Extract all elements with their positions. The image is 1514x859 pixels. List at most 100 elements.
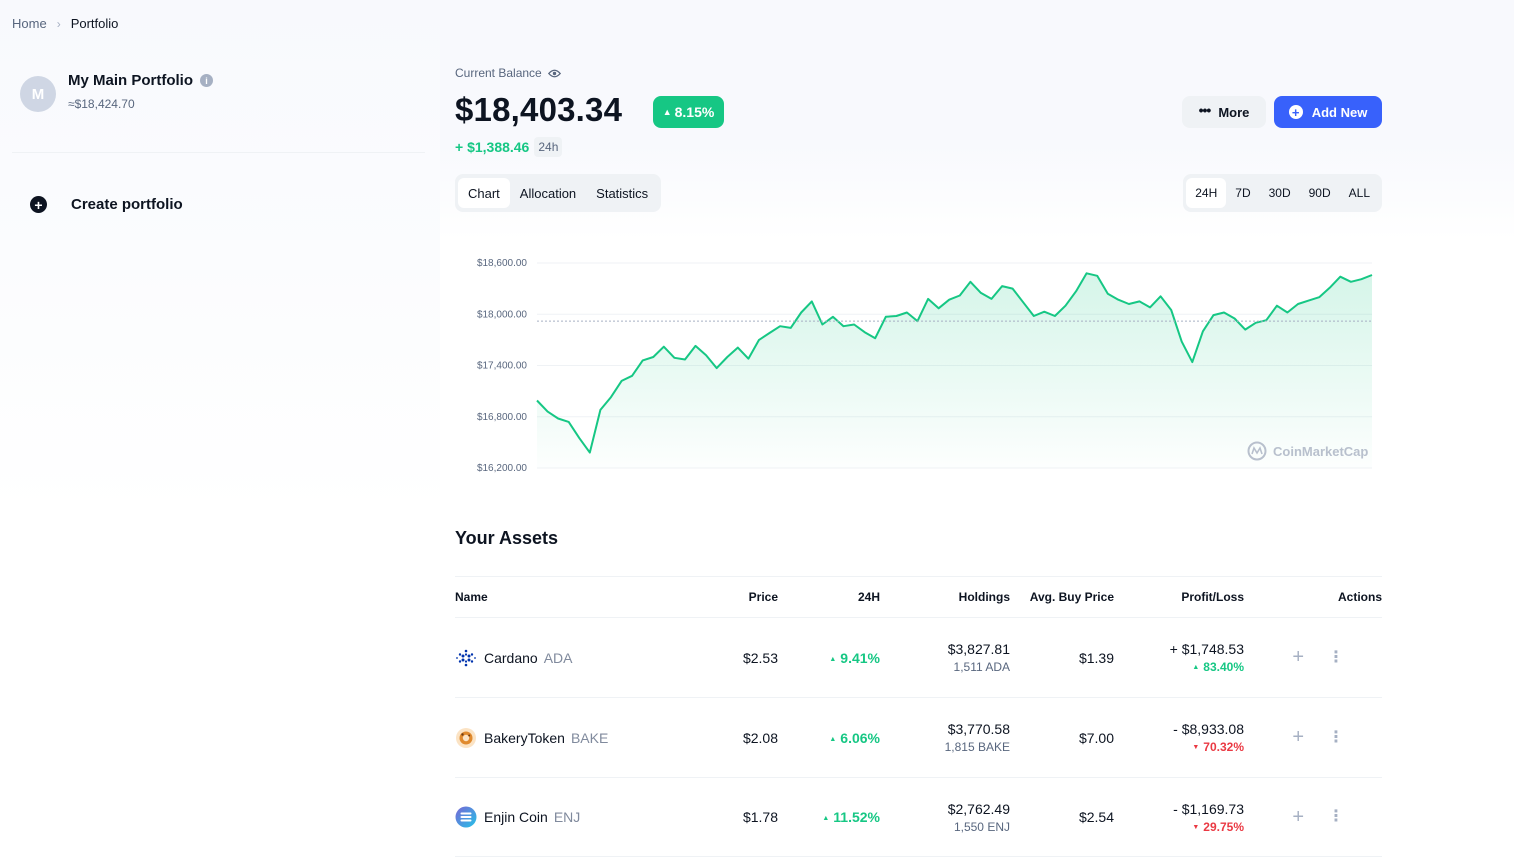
holdings-amount: 1,550 ENJ: [953, 819, 1010, 834]
y-tick-label: $18,000.00: [477, 309, 527, 320]
holdings-amount: 1,511 ADA: [953, 660, 1010, 674]
range-30d[interactable]: 30D: [1260, 178, 1300, 208]
asset-profit-loss: + $1,748.53 ▲ 83.40%: [1114, 641, 1244, 674]
table-row[interactable]: Cardano ADA $2.53 ▲ 9.41% $3,827.81 1,511…: [455, 617, 1382, 697]
holdings-amount: 1,815 BAKE: [944, 740, 1010, 754]
asset-name-cell[interactable]: Enjin Coin ENJ: [455, 806, 715, 828]
add-transaction-icon[interactable]: +: [1292, 806, 1304, 829]
y-tick-label: $17,400.00: [477, 361, 527, 372]
balance-change-period: 24h: [534, 137, 563, 157]
asset-price: $1.78: [742, 809, 778, 825]
balance-change-badge: ▲ 8.15%: [653, 96, 724, 128]
tab-statistics[interactable]: Statistics: [586, 178, 658, 208]
more-vertical-icon[interactable]: ⋮: [1328, 729, 1344, 746]
caret-up-icon: ▲: [829, 735, 837, 743]
watermark-text: CoinMarketCap: [1273, 444, 1368, 459]
range-tabs: 24H 7D 30D 90D ALL: [1183, 174, 1382, 212]
caret-up-icon: ▲: [829, 655, 837, 663]
holdings-value: $3,770.58: [947, 721, 1010, 737]
enjin-icon: [455, 806, 477, 828]
asset-24h-value: 9.41%: [840, 649, 880, 666]
avatar: M: [20, 76, 56, 112]
caret-down-icon: ▼: [1192, 823, 1200, 831]
holdings-value: $2,762.49: [947, 800, 1010, 817]
tab-chart[interactable]: Chart: [458, 178, 510, 208]
add-transaction-icon[interactable]: +: [1292, 726, 1304, 749]
table-header: Name Price 24H Holdings Avg. Buy Price P…: [455, 576, 1382, 617]
balance-change-pct: 8.15%: [674, 104, 715, 120]
asset-symbol: BAKE: [570, 729, 609, 746]
portfolio-name: My Main Portfolio: [68, 72, 193, 89]
caret-down-icon: ▼: [1192, 744, 1200, 751]
table-row[interactable]: Enjin Coin ENJ $1.78 ▲ 11.52% $2,762.49 1…: [455, 777, 1382, 857]
sidebar-background: [0, 0, 440, 859]
add-new-button[interactable]: + Add New: [1274, 96, 1382, 128]
plus-circle-icon: +: [30, 196, 47, 213]
caret-up-icon: ▲: [822, 815, 830, 822]
col-price[interactable]: Price: [715, 590, 778, 604]
assets-title: Your Assets: [455, 528, 559, 548]
portfolio-name-row: My Main Portfolio i: [68, 72, 213, 89]
col-holdings[interactable]: Holdings: [880, 590, 1010, 604]
asset-holdings: $3,827.81 1,511 ADA: [880, 641, 1010, 674]
eye-icon[interactable]: [547, 69, 561, 78]
portfolio-value: ≈$18,424.70: [68, 97, 135, 111]
asset-avg-buy-price: $1.39: [1078, 649, 1114, 666]
caret-up-icon: ▲: [1192, 664, 1200, 671]
asset-name: Enjin Coin: [484, 809, 548, 825]
col-avg-buy-price[interactable]: Avg. Buy Price: [1010, 590, 1114, 604]
pl-value: - $1,169.73: [1173, 800, 1244, 817]
breadcrumb: Home › Portfolio: [12, 16, 118, 31]
chart-area: [537, 273, 1372, 468]
col-name[interactable]: Name: [455, 590, 715, 604]
asset-name: BakeryToken: [484, 729, 565, 746]
col-profit-loss[interactable]: Profit/Loss: [1114, 590, 1244, 604]
pl-value: + $1,748.53: [1169, 641, 1244, 657]
sidebar-divider: [12, 152, 425, 153]
range-7d[interactable]: 7D: [1226, 178, 1259, 208]
asset-24h-change: ▲ 6.06%: [778, 730, 880, 746]
add-new-label: Add New: [1311, 104, 1368, 120]
asset-avg-buy-price: $2.54: [1078, 809, 1114, 825]
more-button[interactable]: ••• More: [1182, 96, 1266, 128]
asset-profit-loss: - $8,933.08 ▼ 70.32%: [1114, 721, 1244, 754]
range-90d[interactable]: 90D: [1300, 178, 1340, 208]
asset-name-cell[interactable]: Cardano ADA: [455, 647, 715, 669]
portfolio-card[interactable]: M My Main Portfolio i ≈$18,424.70: [20, 72, 213, 112]
add-transaction-icon[interactable]: +: [1292, 646, 1304, 669]
asset-holdings: $2,762.49 1,550 ENJ: [880, 801, 1010, 834]
balance-value: $18,403.34: [455, 91, 623, 128]
breadcrumb-home[interactable]: Home: [12, 16, 47, 31]
col-24h[interactable]: 24H: [778, 590, 880, 604]
bakerytoken-icon: [455, 727, 477, 749]
range-all[interactable]: ALL: [1340, 178, 1379, 208]
assets-table: Name Price 24H Holdings Avg. Buy Price P…: [455, 576, 1382, 857]
asset-actions: + ⋮: [1244, 806, 1382, 829]
info-icon[interactable]: i: [200, 74, 213, 87]
pl-pct: ▼ 29.75%: [1114, 820, 1244, 834]
portfolio-text: My Main Portfolio i ≈$18,424.70: [68, 72, 213, 111]
asset-price: $2.08: [742, 729, 778, 746]
asset-symbol: ADA: [543, 649, 573, 666]
balance-change-row: + $1,388.46 24h: [455, 137, 563, 157]
more-vertical-icon[interactable]: ⋮: [1328, 649, 1344, 666]
tab-allocation[interactable]: Allocation: [510, 178, 586, 208]
pl-pct: ▲ 83.40%: [1114, 660, 1244, 674]
cardano-icon: [455, 647, 477, 669]
create-portfolio-button[interactable]: + Create portfolio: [30, 196, 183, 213]
portfolio-chart[interactable]: $18,600.00 $18,000.00 $17,400.00 $16,800.00…: [455, 240, 1385, 490]
asset-price: $2.53: [742, 649, 778, 666]
y-tick-label: $16,800.00: [477, 412, 527, 423]
y-tick-label: $18,600.00: [477, 258, 527, 269]
table-row[interactable]: BakeryToken BAKE $2.08 ▲ 6.06% $3,770.58 …: [455, 697, 1382, 777]
pl-value: - $8,933.08: [1173, 721, 1244, 737]
balance-change-value: + $1,388.46: [455, 139, 530, 155]
asset-name-cell[interactable]: BakeryToken BAKE: [455, 727, 715, 749]
y-tick-label: $16,200.00: [477, 463, 527, 474]
pl-pct-value: 29.75%: [1203, 819, 1244, 834]
pl-pct-value: 83.40%: [1203, 660, 1244, 674]
more-vertical-icon[interactable]: ⋮: [1328, 809, 1344, 825]
range-24h[interactable]: 24H: [1186, 178, 1227, 208]
current-balance-label: Current Balance: [455, 66, 561, 80]
caret-up-icon: ▲: [662, 107, 672, 117]
